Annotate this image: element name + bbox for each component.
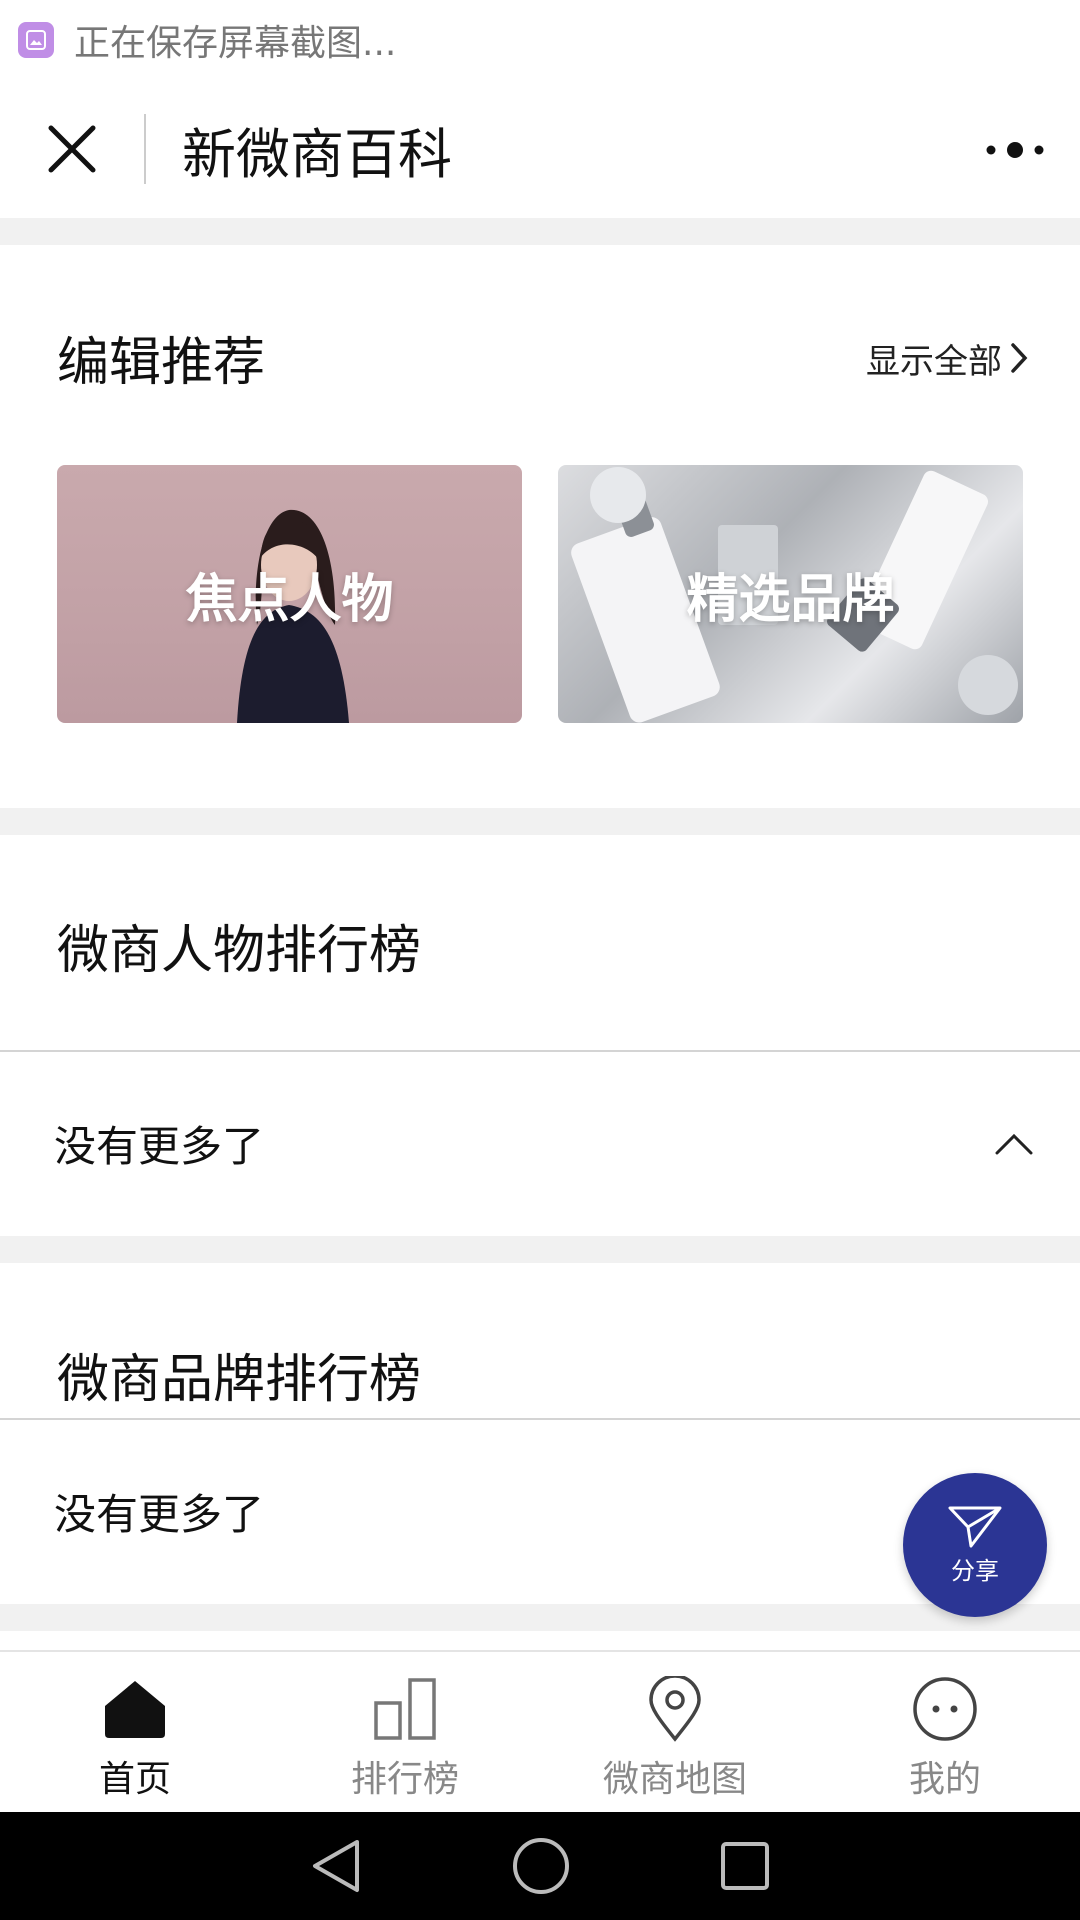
share-button[interactable]: 分享 bbox=[903, 1473, 1047, 1617]
people-no-more-text: 没有更多了 bbox=[54, 1122, 265, 1171]
paper-plane-icon bbox=[948, 1506, 1002, 1547]
tab-home[interactable]: 首页 bbox=[0, 1652, 270, 1812]
more-dots-icon bbox=[986, 142, 1044, 158]
tab-map[interactable]: 微商地图 bbox=[540, 1652, 810, 1812]
featured-brand-card[interactable]: 精选品牌 bbox=[558, 465, 1023, 723]
back-icon[interactable] bbox=[310, 1838, 362, 1894]
tab-label: 我的 bbox=[908, 1759, 981, 1800]
more-button[interactable] bbox=[980, 120, 1050, 180]
page: 正在保存屏幕截图... 新微商百科 编辑推荐 显示全部 焦点人物 精选品牌 微商… bbox=[0, 0, 1080, 1920]
tab-label: 首页 bbox=[98, 1759, 171, 1800]
section-separator bbox=[0, 808, 1080, 835]
divider bbox=[0, 1050, 1080, 1052]
page-title: 新微商百科 bbox=[182, 122, 452, 186]
show-all-link[interactable]: 显示全部 bbox=[866, 334, 1028, 382]
section-separator bbox=[0, 1236, 1080, 1263]
editor-recommend-title: 编辑推荐 bbox=[57, 333, 266, 393]
focus-people-card[interactable]: 焦点人物 bbox=[57, 465, 522, 723]
bottom-tab-bar: 首页 排行榜 微商地图 我的 bbox=[0, 1650, 1080, 1812]
status-text: 正在保存屏幕截图... bbox=[74, 23, 397, 64]
close-icon bbox=[48, 125, 96, 173]
status-bar: 正在保存屏幕截图... bbox=[0, 0, 1080, 80]
system-nav-bar bbox=[0, 1812, 1080, 1920]
chevron-up-icon bbox=[995, 1133, 1033, 1155]
section-separator bbox=[0, 218, 1080, 245]
brand-rank-title: 微商品牌排行榜 bbox=[57, 1350, 422, 1410]
show-all-label: 显示全部 bbox=[866, 341, 1002, 382]
share-label: 分享 bbox=[951, 1556, 999, 1585]
featured-brand-label: 精选品牌 bbox=[686, 569, 895, 630]
tab-mine[interactable]: 我的 bbox=[810, 1652, 1080, 1812]
recents-square-icon[interactable] bbox=[720, 1841, 770, 1891]
home-icon bbox=[102, 1674, 168, 1744]
screenshot-icon bbox=[18, 22, 54, 58]
focus-people-label: 焦点人物 bbox=[185, 569, 394, 630]
section-separator bbox=[0, 1604, 1080, 1631]
home-circle-icon[interactable] bbox=[512, 1837, 570, 1895]
people-rank-title: 微商人物排行榜 bbox=[57, 921, 422, 981]
header: 新微商百科 bbox=[0, 80, 1080, 218]
face-icon bbox=[912, 1674, 978, 1744]
header-divider bbox=[144, 114, 146, 184]
brand-no-more-text: 没有更多了 bbox=[54, 1490, 265, 1539]
chevron-right-icon bbox=[1011, 343, 1028, 373]
people-collapse-button[interactable] bbox=[984, 1114, 1044, 1174]
tab-ranking[interactable]: 排行榜 bbox=[270, 1652, 540, 1812]
close-button[interactable] bbox=[0, 80, 144, 218]
location-pin-icon bbox=[648, 1674, 702, 1744]
tab-label: 微商地图 bbox=[602, 1759, 747, 1800]
divider bbox=[0, 1418, 1080, 1420]
tab-label: 排行榜 bbox=[350, 1759, 459, 1800]
ranking-icon bbox=[373, 1674, 437, 1744]
